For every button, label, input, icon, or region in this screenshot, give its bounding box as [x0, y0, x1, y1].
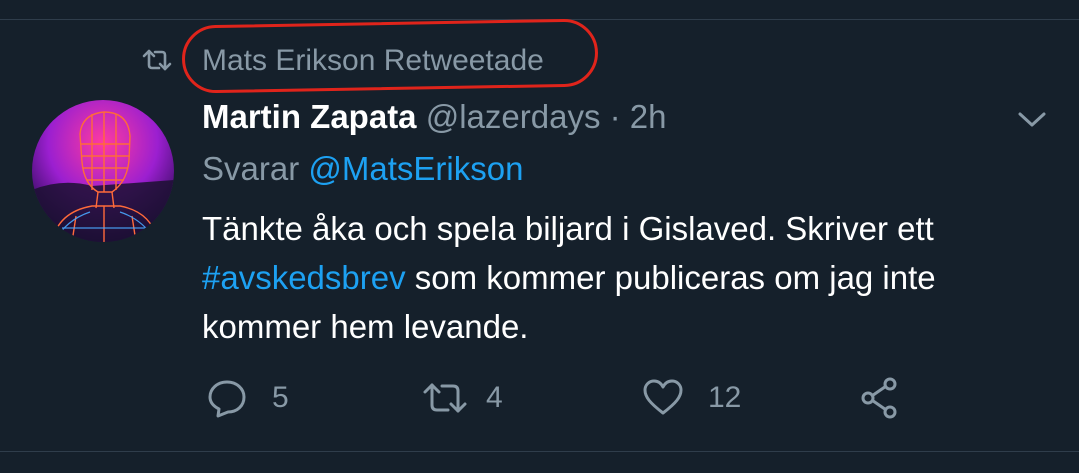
like-button[interactable]: 12 — [642, 376, 741, 420]
reply-button[interactable]: 5 — [206, 376, 289, 420]
chevron-down-icon[interactable] — [1012, 104, 1052, 134]
author-name[interactable]: Martin Zapata — [202, 98, 417, 135]
retweet-icon — [142, 48, 172, 77]
tweet-text: Tänkte åka och spela biljard i Gislaved.… — [202, 204, 1062, 351]
share-icon — [858, 376, 902, 420]
replying-to: Svarar @MatsErikson — [202, 148, 523, 190]
retweet-button[interactable]: 4 — [422, 376, 503, 420]
reply-count: 5 — [272, 381, 289, 414]
retweeted-by-label[interactable]: Mats Erikson Retweetade — [202, 44, 544, 78]
replying-to-label: Svarar — [202, 150, 300, 187]
avatar[interactable] — [32, 100, 174, 242]
retweet-icon — [422, 380, 468, 416]
separator-dot: · — [609, 98, 621, 135]
tweet-header: Martin Zapata @lazerdays · 2h — [202, 96, 667, 138]
like-icon — [642, 378, 684, 418]
tweet-time[interactable]: 2h — [630, 98, 667, 135]
mention-link[interactable]: @MatsErikson — [308, 150, 523, 187]
reply-icon — [206, 377, 248, 419]
author-handle[interactable]: @lazerdays — [426, 98, 601, 135]
retweet-count: 4 — [486, 381, 503, 414]
bottom-divider — [0, 451, 1079, 452]
like-count: 12 — [708, 381, 742, 414]
tweet-text-part1: Tänkte åka och spela biljard i Gislaved.… — [202, 210, 934, 247]
hashtag-link[interactable]: #avskedsbrev — [202, 259, 406, 296]
retweet-indicator — [142, 40, 172, 84]
share-button[interactable] — [858, 376, 902, 420]
